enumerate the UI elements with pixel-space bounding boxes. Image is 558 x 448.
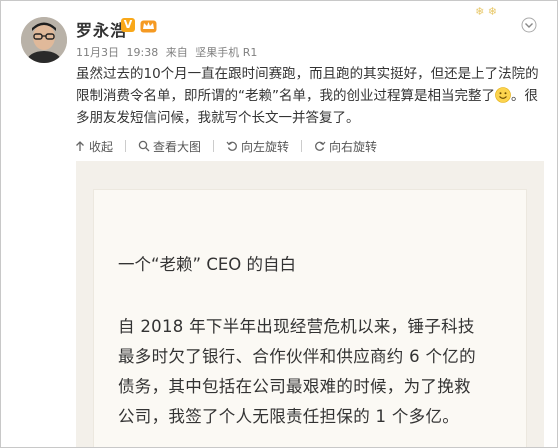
rotate-right-label: 向右旋转 [329,139,378,154]
rotate-right-icon [315,141,326,151]
verified-badge-icon: V [121,18,135,32]
author-name[interactable]: 罗永浩 [76,17,127,41]
post-text-part1: 虽然过去的10个月一直在跟时间赛跑，而且跑的其实挺好，但还是上了法院的限制消费令… [76,66,539,104]
decoration-snowflakes: ❄ ❄ [475,5,497,18]
toolbar-divider [213,140,215,152]
rotate-right-button[interactable]: 向右旋转 [314,138,377,155]
post-date[interactable]: 11月3日 [76,46,119,59]
rotate-left-icon [226,141,237,151]
post-text: 虽然过去的10个月一直在跟时间赛跑，而且跑的其实挺好，但还是上了法院的限制消费令… [76,63,546,129]
letter-body: 自 2018 年下半年出现经营危机以来，锤子科技 最多时欠了银行、合作伙伴和供应… [118,312,518,432]
chevron-down-icon[interactable] [521,17,537,33]
letter-title: 一个“老赖” CEO 的自白 [118,255,297,274]
avatar[interactable] [21,17,67,63]
post-time[interactable]: 19:38 [127,46,159,59]
letter-line: 债务，其中包括在公司最艰难的时候，为了挽救 [118,377,471,396]
rotate-left-label: 向左旋转 [241,139,290,154]
collapse-button[interactable]: 收起 [74,138,113,155]
letter-line: 公司，我签了个人无限责任担保的 1 个多亿。 [118,407,460,426]
letter-line: 自 2018 年下半年出现经营危机以来，锤子科技 [118,317,475,336]
toolbar-divider [125,140,127,152]
post-meta: 11月3日 19:38 来自 坚果手机 R1 [76,44,261,60]
view-large-image-label: 查看大图 [153,139,202,154]
magnify-icon [138,140,150,152]
collapse-label: 收起 [89,139,114,154]
view-large-image-button[interactable]: 查看大图 [138,138,201,155]
toolbar-divider [301,140,303,152]
smile-emoji-icon [495,87,511,103]
rotate-left-button[interactable]: 向左旋转 [226,138,289,155]
weibo-post-card: ❄ ❄ 罗永浩 V 11月3日 19:38 来自 坚果手机 R1 虽然过去的10… [0,0,558,448]
source-prefix: 来自 [165,46,188,59]
letter-line: 最多时欠了银行、合作伙伴和供应商约 6 个亿的 [118,347,476,366]
image-toolbar: 收起 查看大图 向左旋转 向右旋转 [74,138,389,154]
source-device[interactable]: 坚果手机 R1 [195,46,257,59]
member-crown-icon [140,20,157,33]
avatar-image [21,17,67,63]
arrow-up-icon [76,141,84,151]
